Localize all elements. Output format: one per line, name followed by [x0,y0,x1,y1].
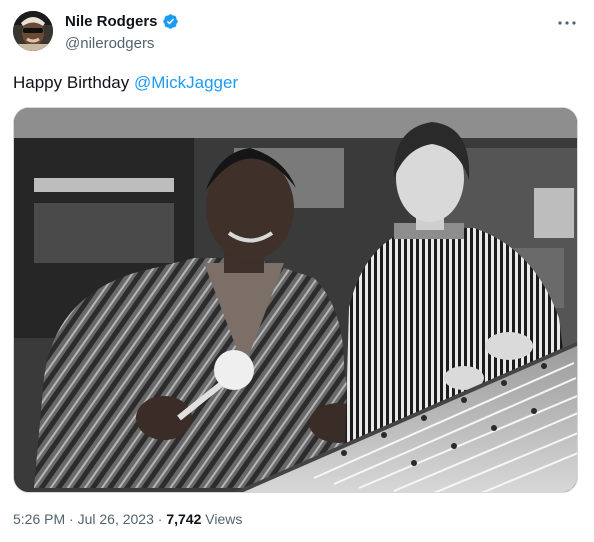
tweet-photo[interactable] [13,107,578,493]
verified-badge-icon[interactable] [162,13,179,30]
tweet-meta: 5:26 PM · Jul 26, 2023 · 7,742 Views [13,511,242,527]
tweet-date[interactable]: Jul 26, 2023 [78,511,154,527]
mention-link[interactable]: @MickJagger [134,73,238,92]
tweet-text-prefix: Happy Birthday [13,73,134,92]
avatar-image [13,11,53,51]
views-label: Views [201,511,243,527]
meta-separator: · [65,511,78,527]
author-name-row: Nile Rodgers [65,13,179,30]
more-horizontal-icon[interactable] [556,14,578,32]
author-display-name[interactable]: Nile Rodgers [65,13,158,30]
tweet-text: Happy Birthday @MickJagger [13,73,238,93]
studio-photo-image [14,108,577,492]
views-count[interactable]: 7,742 [166,511,201,527]
meta-separator: · [153,511,167,527]
author-handle[interactable]: @nilerodgers [65,35,154,52]
tweet-time[interactable]: 5:26 PM [13,511,65,527]
author-avatar[interactable] [13,11,53,51]
tweet-card: Nile Rodgers @nilerodgers Happy Birthday… [0,0,594,542]
